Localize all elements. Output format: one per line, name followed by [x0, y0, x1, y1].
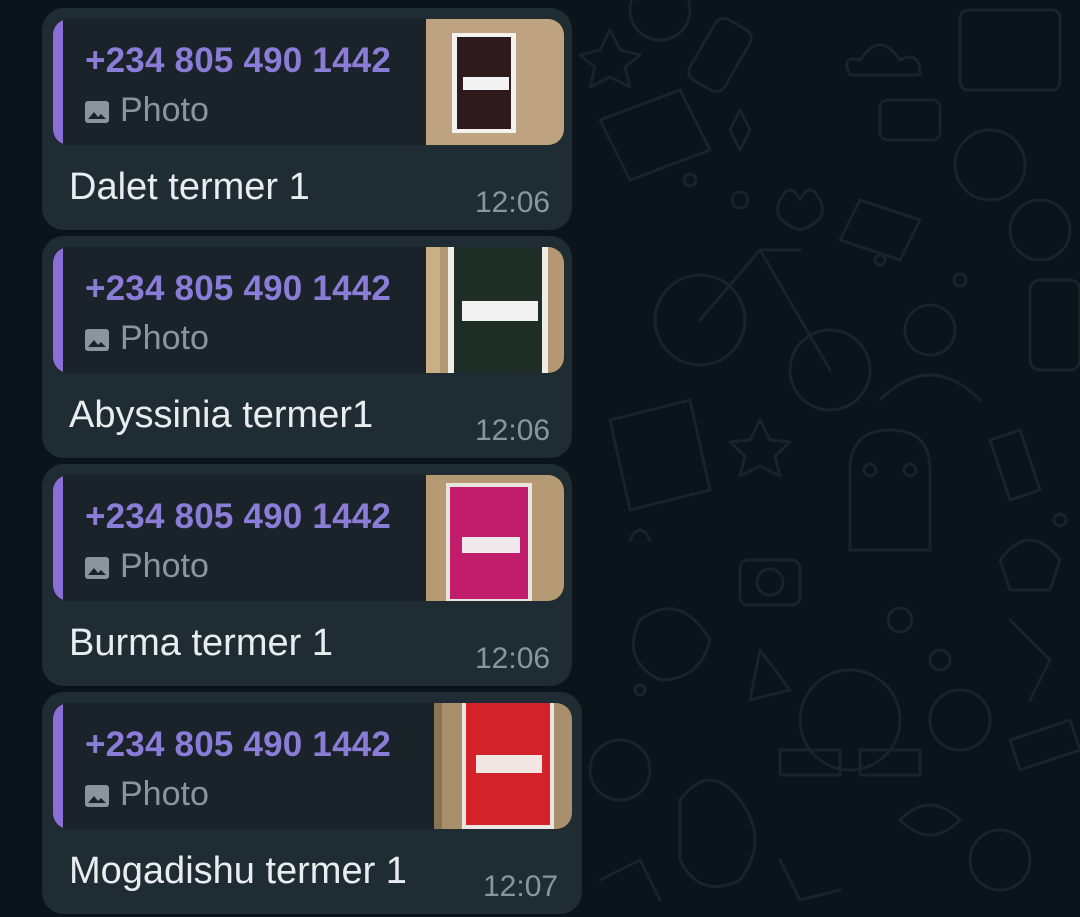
- message-caption: Dalet termer 1: [69, 166, 310, 208]
- photo-thumbnail[interactable]: [426, 475, 564, 601]
- quote-sender: +234 805 490 1442: [85, 41, 392, 80]
- image-icon: [85, 784, 109, 807]
- quote-accent-bar: [53, 703, 63, 829]
- quoted-message[interactable]: +234 805 490 1442 Photo: [53, 703, 572, 829]
- quote-type-label: Photo: [120, 775, 209, 813]
- quoted-message[interactable]: +234 805 490 1442 Photo: [53, 19, 564, 145]
- quote-sender: +234 805 490 1442: [85, 725, 392, 764]
- quote-accent-bar: [53, 247, 63, 373]
- quote-accent-bar: [53, 19, 63, 145]
- message-time: 12:06: [475, 186, 551, 219]
- quote-type-label: Photo: [120, 319, 209, 357]
- quote-media-type: Photo: [85, 775, 209, 814]
- photo-thumbnail[interactable]: [426, 19, 564, 145]
- message-time: 12:07: [483, 870, 559, 903]
- message-bubble[interactable]: +234 805 490 1442 Photo Dalet termer 1 1…: [42, 8, 572, 230]
- quote-media-type: Photo: [85, 91, 209, 130]
- message-caption: Burma termer 1: [69, 622, 333, 664]
- quote-type-label: Photo: [120, 91, 209, 129]
- message-time: 12:06: [475, 414, 551, 447]
- photo-thumbnail[interactable]: [434, 703, 572, 829]
- image-icon: [85, 556, 109, 579]
- message-bubble[interactable]: +234 805 490 1442 Photo Burma termer 1 1…: [42, 464, 572, 686]
- image-icon: [85, 100, 109, 123]
- message-caption: Abyssinia termer1: [69, 394, 374, 436]
- message-time: 12:06: [475, 642, 551, 675]
- message-bubble[interactable]: +234 805 490 1442 Photo Abyssinia termer…: [42, 236, 572, 458]
- message-bubble[interactable]: +234 805 490 1442 Photo Mogadishu termer…: [42, 692, 582, 914]
- quoted-message[interactable]: +234 805 490 1442 Photo: [53, 475, 564, 601]
- quote-accent-bar: [53, 475, 63, 601]
- quote-sender: +234 805 490 1442: [85, 269, 392, 308]
- quote-media-type: Photo: [85, 319, 209, 358]
- image-icon: [85, 328, 109, 351]
- quote-sender: +234 805 490 1442: [85, 497, 392, 536]
- quote-type-label: Photo: [120, 547, 209, 585]
- message-caption: Mogadishu termer 1: [69, 850, 407, 892]
- photo-thumbnail[interactable]: [426, 247, 564, 373]
- quote-media-type: Photo: [85, 547, 209, 586]
- quoted-message[interactable]: +234 805 490 1442 Photo: [53, 247, 564, 373]
